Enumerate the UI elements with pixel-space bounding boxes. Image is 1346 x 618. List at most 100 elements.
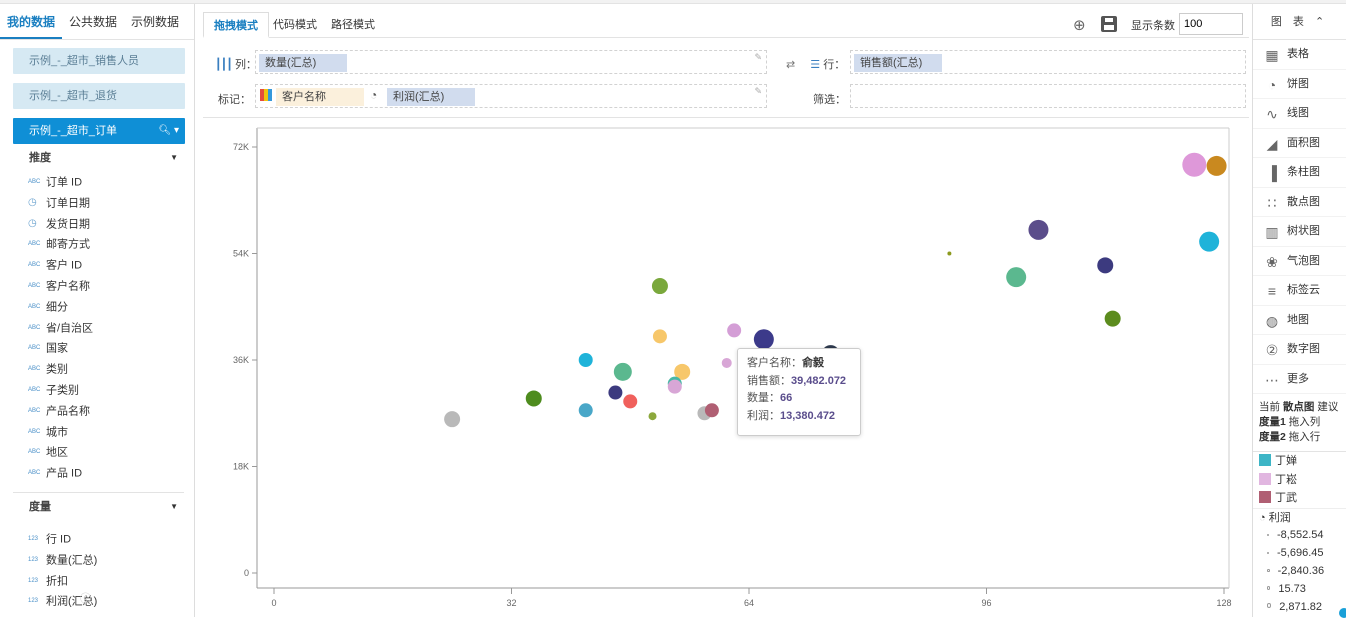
field-item[interactable]: ABC 类别 [28, 359, 194, 380]
filter-shelf[interactable] [850, 84, 1246, 108]
text-type-icon: ABC [28, 241, 41, 248]
rowcount-input[interactable] [1179, 13, 1243, 35]
chart-type-label: 散点图 [1287, 195, 1320, 208]
field-item[interactable]: ABC 地区 [28, 442, 194, 463]
field-item[interactable]: ABC 邮寄方式 [28, 234, 194, 255]
data-point [1182, 152, 1207, 177]
field-item[interactable]: ABC 省/自治区 [28, 318, 194, 339]
tab-public-data[interactable]: 公共数据 [62, 4, 124, 39]
text-type-icon: ABC [28, 428, 41, 435]
edit-icon[interactable]: ✎ [754, 52, 762, 63]
rows-shelf[interactable]: 销售额(汇总) [850, 50, 1246, 74]
columns-pill[interactable]: 数量(汇总) [259, 54, 347, 72]
field-item[interactable]: ABC 客户 ID [28, 255, 194, 276]
chart-type-area[interactable]: ◢ 面积图 [1253, 129, 1346, 158]
field-item[interactable]: ABC 子类别 [28, 380, 194, 401]
text-type-icon: ABC [28, 366, 41, 373]
field-name: 客户 ID [46, 259, 83, 272]
chart-type-bar[interactable]: ▐ 条柱图 [1253, 158, 1346, 188]
columns-shelf[interactable]: 数量(汇总) ✎ [255, 50, 767, 74]
dataset-item[interactable]: 示例_-_超市_销售人员 [13, 48, 185, 74]
measures-header[interactable]: 度量 ▼ [13, 493, 184, 521]
filter-label: 筛选： [813, 94, 846, 106]
size-legend-dot [1267, 568, 1270, 572]
chart-type-label: 地图 [1287, 313, 1309, 326]
text-type-icon: ABC [28, 470, 41, 477]
number-icon: ② [1265, 342, 1279, 358]
chart-type-label: 气泡图 [1287, 254, 1320, 267]
field-item[interactable]: 123 数量(汇总) [28, 550, 194, 571]
data-tabs: 我的数据 公共数据 示例数据 [0, 4, 194, 40]
chart-legend: 丁婵 丁崧 丁武 ◔ 利润 -8,552.54 -5,696.45 -2,840.36 15.… [1253, 451, 1346, 616]
field-item[interactable]: 123 利润(汇总) [28, 591, 194, 612]
chart-type-more[interactable]: ⋯ 更多 [1253, 365, 1346, 394]
chart-type-tree[interactable]: ▥ 树状图 [1253, 217, 1346, 247]
tab-drag-mode[interactable]: 拖拽模式 [203, 12, 269, 38]
field-name: 子类别 [46, 384, 79, 397]
tab-code-mode[interactable]: 代码模式 [263, 12, 327, 38]
chart-type-pie[interactable]: ◔ 饼图 [1253, 70, 1346, 99]
legend-label: 丁婵 [1275, 455, 1297, 467]
size-legend-item: -5,696.45 [1253, 544, 1346, 562]
field-item[interactable]: 123 折扣 [28, 571, 194, 592]
chart-type-bubble[interactable]: ❀ 气泡图 [1253, 247, 1346, 276]
data-point [1206, 155, 1227, 176]
rowcount-label: 显示条数 [1131, 20, 1175, 32]
search-icon[interactable]: 🔍︎ ▾ [159, 118, 180, 144]
field-item[interactable]: ABC 产品名称 [28, 401, 194, 422]
legend-item[interactable]: 丁婵 [1253, 452, 1346, 471]
tooltip-key: 销售额： [747, 374, 791, 387]
legend-swatch [1259, 472, 1271, 485]
legend-item[interactable]: 丁崧 [1253, 471, 1346, 490]
legend-item[interactable]: 丁武 [1253, 489, 1346, 508]
field-item[interactable]: ABC 国家 [28, 338, 194, 359]
field-item[interactable]: ABC 细分 [28, 297, 194, 318]
chart-type-label: 表格 [1287, 48, 1309, 60]
data-point [947, 251, 952, 256]
table-icon: ▦ [1265, 47, 1279, 63]
swap-icon[interactable]: ⇄ [786, 59, 795, 71]
tab-path-mode[interactable]: 路径模式 [321, 12, 385, 38]
marks-shelf[interactable]: 客户名称 ◔ 利润(汇总) ✎ [255, 84, 767, 108]
field-item[interactable]: ABC 产品 ID [28, 463, 194, 484]
field-item[interactable]: ABC 客户名称 [28, 276, 194, 297]
chart-type-line[interactable]: ∿ 线图 [1253, 99, 1346, 129]
chart-type-globe[interactable]: ◍ 地图 [1253, 306, 1346, 335]
chart-type-table[interactable]: ▦ 表格 [1253, 40, 1346, 70]
marks-size-pill[interactable]: 利润(汇总) [387, 88, 475, 106]
text-type-icon: ABC [28, 282, 41, 289]
rows-pill[interactable]: 销售额(汇总) [854, 54, 942, 72]
dimensions-header[interactable]: 推度 ▼ [13, 144, 184, 172]
marks-color-pill[interactable]: 客户名称 [276, 88, 364, 106]
field-item[interactable]: ABC 城市 [28, 422, 194, 443]
size-legend-item: -2,840.36 [1253, 562, 1346, 580]
field-item[interactable]: 123 行 ID [28, 529, 194, 550]
tab-my-data[interactable]: 我的数据 [0, 4, 62, 39]
text-type-icon: ABC [28, 324, 41, 331]
field-name: 产品 ID [46, 467, 83, 480]
chart-type-number[interactable]: ② 数字图 [1253, 335, 1346, 365]
edit-icon[interactable]: ✎ [754, 86, 762, 97]
bar-icon: ▐ [1267, 165, 1277, 181]
save-icon[interactable] [1101, 16, 1117, 32]
field-item[interactable]: ◷ 订单日期 [28, 193, 194, 214]
field-item[interactable]: ◷ 发货日期 [28, 214, 194, 235]
field-name: 省/自治区 [46, 321, 94, 334]
field-name: 折扣 [46, 574, 68, 587]
chart-type-tagcloud[interactable]: ≡ 标签云 [1253, 276, 1346, 306]
tooltip-key: 利润： [747, 409, 780, 422]
columns-icon: ┃┃┃ [215, 59, 233, 71]
size-legend-item: -8,552.54 [1253, 526, 1346, 544]
chevron-down-icon: ▼ [170, 501, 178, 511]
x-tick-label: 64 [744, 598, 754, 608]
dataset-item[interactable]: 示例_-_超市_退货 [13, 83, 185, 109]
tab-sample-data[interactable]: 示例数据 [124, 4, 186, 39]
field-name: 国家 [46, 342, 68, 355]
zoom-in-icon[interactable]: ⊕ [1073, 16, 1091, 34]
dataset-item-active[interactable]: 示例_-_超市_订单 🔍︎ ▾ [13, 118, 185, 144]
chart-type-scatter[interactable]: ∷ 散点图 [1253, 188, 1346, 217]
field-name: 数量(汇总) [46, 554, 98, 567]
field-item[interactable]: ABC 订单 ID [28, 172, 194, 193]
chart-panel-header[interactable]: 图 表 ⌃ [1253, 4, 1346, 40]
globe-icon: ◍ [1265, 312, 1279, 329]
